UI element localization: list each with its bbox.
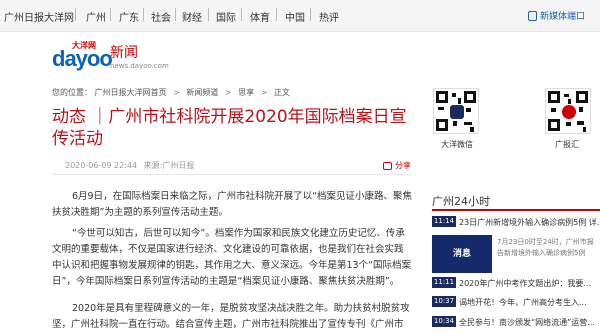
news-time-badge: 11:14 bbox=[432, 216, 456, 227]
nav-separator bbox=[175, 8, 176, 21]
news-item-link[interactable]: 全民参与！南沙颁发“网络流通”运营... bbox=[459, 317, 600, 328]
mobile-port-link[interactable]: 新媒体端口 bbox=[528, 9, 585, 22]
nav-separator bbox=[143, 8, 144, 21]
share-button[interactable]: 分享 bbox=[383, 160, 411, 171]
article-meta: 2020-06-09 22:44 来源:广州日报 bbox=[65, 160, 194, 171]
share-icon bbox=[383, 161, 392, 170]
article-title: 动态 ｜广州市社科院开展2020年国际档案日宣传活动 bbox=[52, 107, 407, 149]
site-name-link[interactable]: 广州日报大洋网 bbox=[4, 9, 74, 24]
nav-item-society[interactable]: 社会 bbox=[151, 9, 171, 24]
breadcrumb-item-body: 正文 bbox=[273, 88, 290, 97]
share-label: 分享 bbox=[395, 161, 411, 170]
guangbao-logo-icon bbox=[562, 105, 576, 119]
nav-item-sports[interactable]: 体育 bbox=[250, 9, 270, 24]
breadcrumb-chevron-icon: > bbox=[260, 88, 268, 97]
breadcrumb-prefix: 您的位置： bbox=[52, 88, 92, 97]
news-time-badge: 10:37 bbox=[432, 296, 456, 307]
nav-separator bbox=[310, 8, 311, 21]
news-item-summary: 7月23日0时至24时，广州市报告新增境外输入确诊病例5例 bbox=[497, 238, 594, 257]
article-paragraph: “今世可以知古，后世可以知今”。档案作为国家和民族文化建立历史记忆、传承文明的重… bbox=[52, 228, 412, 287]
nav-item-china[interactable]: 中国 bbox=[285, 9, 305, 24]
mobile-phone-icon bbox=[528, 10, 537, 21]
nav-separator bbox=[208, 8, 209, 21]
logo-news-text: 新闻 bbox=[110, 45, 138, 61]
wechat-qr-code bbox=[433, 88, 479, 134]
breadcrumb-chevron-icon: > bbox=[173, 88, 180, 97]
divider bbox=[52, 174, 412, 175]
nav-separator bbox=[276, 8, 277, 21]
guangbaohui-qr-label: 广报汇 bbox=[555, 140, 579, 149]
top-navigation-bar: 广州日报大洋网 广州 广东 社会 财经 国际 体育 中国 热评 新媒体端口 bbox=[0, 0, 600, 32]
news-thumbnail[interactable]: 消息 bbox=[432, 235, 492, 273]
mobile-port-label: 新媒体端口 bbox=[540, 12, 586, 22]
breadcrumb-chevron-icon: > bbox=[224, 88, 232, 97]
news-item-link[interactable]: 23日广州新增境外输入确诊病例5例 详... bbox=[459, 217, 600, 228]
logo-main-text: dayoo bbox=[52, 46, 113, 71]
article-date: 2020-06-09 22:44 bbox=[65, 161, 138, 170]
wechat-qr-label: 大洋微信 bbox=[441, 140, 473, 149]
nav-separator bbox=[75, 8, 76, 21]
guangbaohui-qr-code bbox=[545, 88, 591, 134]
article-source: 来源:广州日报 bbox=[143, 161, 195, 170]
nav-item-finance[interactable]: 财经 bbox=[182, 9, 202, 24]
news-time-badge: 11:11 bbox=[432, 277, 456, 288]
dayoo-logo-icon bbox=[450, 105, 464, 119]
article-paragraph: 6月9日，在国际档案日来临之际，广州市社科院开展了以“档案见证小康路、聚焦扶贫决… bbox=[52, 191, 413, 218]
nav-separator bbox=[241, 8, 242, 21]
news-item-link[interactable]: 谒地开花！今年，广州高分考生入... bbox=[459, 297, 600, 308]
nav-item-guangzhou[interactable]: 广州 bbox=[86, 9, 106, 24]
news-time-badge: 10:34 bbox=[432, 316, 456, 327]
breadcrumb-item-home[interactable]: 广州日报大洋网首页 bbox=[95, 88, 167, 97]
article-paragraph: 2020年是具有里程碑意义的一年，是脱贫攻坚决战决胜之年。助力扶贫村脱贫攻坚，广… bbox=[52, 303, 410, 330]
section-underline bbox=[432, 209, 600, 211]
breadcrumb-item-news[interactable]: 新闻频道 bbox=[186, 88, 218, 97]
breadcrumb-item-thought[interactable]: 思享 bbox=[238, 88, 254, 97]
nav-item-guangdong[interactable]: 广东 bbox=[119, 9, 139, 24]
nav-item-international[interactable]: 国际 bbox=[216, 9, 236, 24]
sidebar-section-title: 广州24小时 bbox=[432, 195, 490, 208]
news-item-link[interactable]: 2020年广州中考作文题出炉：我要... bbox=[459, 278, 600, 289]
nav-item-commentary[interactable]: 热评 bbox=[319, 9, 339, 24]
logo-url-text: news.dayoo.com bbox=[110, 62, 169, 70]
nav-separator bbox=[110, 8, 111, 21]
breadcrumb: 您的位置： 广州日报大洋网首页 > 新闻频道 > 思享 > 正文 bbox=[52, 87, 290, 98]
